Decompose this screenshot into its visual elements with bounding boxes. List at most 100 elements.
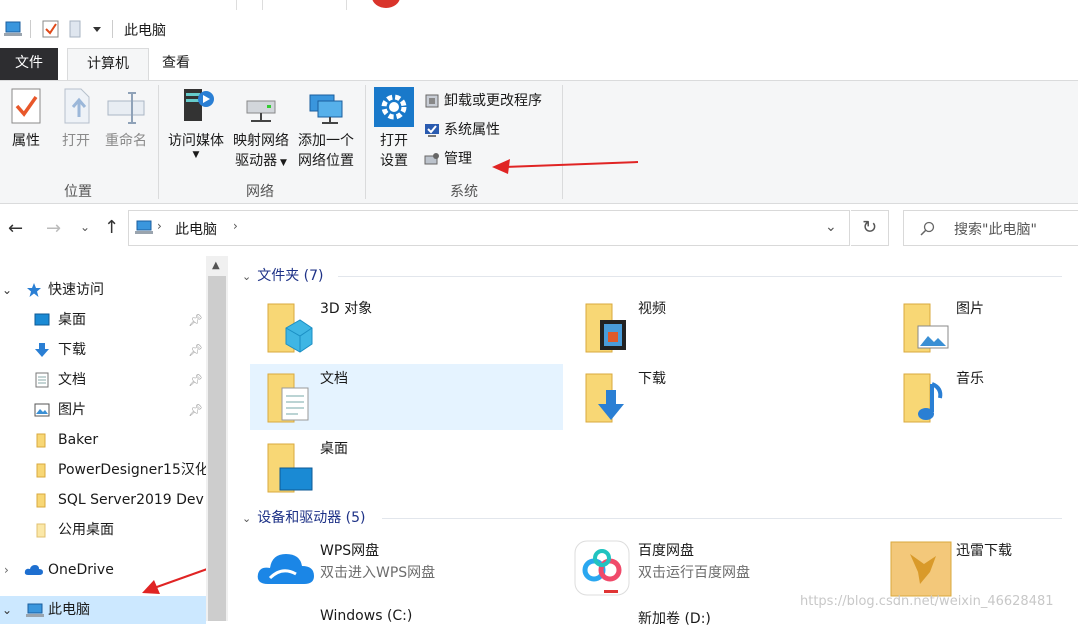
nav-label: 公用桌面 — [58, 522, 114, 538]
device-tile-new-volume-d[interactable]: 新加卷 (D:) — [568, 606, 881, 627]
search-icon — [920, 221, 935, 236]
document-icon — [35, 372, 49, 388]
open-settings-label-2: 设置 — [380, 153, 408, 169]
expand-chevron-icon[interactable]: ⌄ — [2, 596, 12, 624]
media-server-icon — [184, 89, 214, 121]
address-bar[interactable]: › 此电脑 › ⌄ — [128, 210, 850, 246]
tab-view[interactable]: 查看 — [150, 48, 202, 80]
tab-computer[interactable]: 计算机 — [67, 48, 149, 81]
cloud-icon — [24, 565, 43, 575]
address-dropdown-icon[interactable]: ⌄ — [825, 219, 837, 235]
access-media-button[interactable]: 访问媒体 ▼ — [163, 87, 229, 160]
desktop-icon — [34, 313, 50, 326]
add-location-label-1: 添加一个 — [298, 133, 354, 149]
folder-icon — [36, 433, 46, 448]
nav-item-public-desktop[interactable]: 公用桌面 — [0, 516, 206, 544]
nav-label: 桌面 — [58, 312, 86, 328]
folder-tile-desktop[interactable]: 桌面 — [250, 434, 563, 500]
properties-label: 属性 — [12, 133, 40, 149]
network-location-icon — [309, 94, 343, 124]
folder-tile-downloads[interactable]: 下载 — [568, 364, 881, 430]
device-tile-baidu[interactable]: 百度网盘 双击运行百度网盘 — [568, 536, 881, 602]
nav-label: 文档 — [58, 372, 86, 388]
folder-tile-3d-objects[interactable]: 3D 对象 — [250, 294, 563, 360]
open-settings-button[interactable]: 打开 设置 — [372, 87, 416, 171]
new-folder-quick-icon[interactable] — [68, 20, 82, 38]
group-system-label: 系统 — [450, 184, 478, 200]
nav-this-pc[interactable]: ⌄ 此电脑 — [0, 596, 206, 624]
map-drive-label-2: 驱动器 ▼ — [235, 153, 287, 169]
device-tile-windows-c[interactable]: Windows (C:) — [250, 606, 563, 626]
nav-label: PowerDesigner15汉化 — [58, 462, 206, 478]
rename-button[interactable]: 重命名 — [100, 87, 152, 151]
map-network-drive-button[interactable]: 映射网络 驱动器 ▼ — [229, 87, 293, 173]
collapse-chevron-icon[interactable]: ⌄ — [242, 512, 251, 525]
rename-icon — [107, 92, 145, 124]
nav-label: 快速访问 — [48, 282, 104, 298]
add-location-label-2: 网络位置 — [298, 153, 354, 169]
add-network-location-button[interactable]: 添加一个 网络位置 — [294, 87, 358, 171]
forward-arrow-icon[interactable]: → — [46, 218, 61, 239]
baidu-netdisk-icon — [574, 540, 630, 596]
tile-label: 桌面 — [320, 441, 348, 457]
refresh-icon: ↻ — [861, 217, 878, 238]
nav-scrollbar-thumb[interactable] — [208, 276, 226, 621]
breadcrumb-this-pc[interactable]: 此电脑 — [175, 219, 217, 239]
manage-label: 管理 — [444, 151, 472, 167]
content-pane: ⌄ 文件夹 (7) 3D 对象 视频 图片 文档 下载 音乐 桌面 ⌄ 设备和驱动器… — [228, 256, 1078, 627]
search-box[interactable]: 搜索"此电脑" — [903, 210, 1078, 246]
video-folder-icon — [585, 303, 626, 353]
nav-item-desktop[interactable]: 桌面 📌︎ — [0, 306, 206, 334]
collapse-chevron-icon[interactable]: ⌄ — [242, 270, 251, 283]
nav-item-downloads[interactable]: 下载 📌︎ — [0, 336, 206, 364]
chevron-down-icon[interactable] — [92, 26, 102, 34]
uninstall-icon — [425, 94, 439, 108]
annotation-arrow-icon — [492, 159, 639, 174]
folder-tile-documents[interactable]: 文档 — [250, 364, 563, 430]
breadcrumb-chevron-icon[interactable]: › — [233, 219, 238, 233]
manage-button[interactable]: 管理 — [424, 148, 472, 170]
nav-item-pictures[interactable]: 图片 📌︎ — [0, 396, 206, 424]
section-divider — [338, 276, 1062, 277]
refresh-button[interactable]: ↻ — [851, 210, 889, 246]
section-folders-header[interactable]: ⌄ 文件夹 (7) — [242, 265, 1062, 287]
expand-chevron-icon[interactable]: › — [4, 556, 9, 584]
device-tile-wps[interactable]: WPS网盘 双击进入WPS网盘 — [250, 536, 563, 602]
nav-item-documents[interactable]: 文档 📌︎ — [0, 366, 206, 394]
folder-tile-pictures[interactable]: 图片 — [886, 294, 1078, 360]
nav-item-baker[interactable]: Baker — [0, 426, 206, 454]
back-arrow-icon[interactable]: ← — [8, 218, 23, 239]
nav-label: Baker — [58, 432, 99, 448]
network-drive-icon — [246, 100, 276, 122]
scroll-up-icon[interactable]: ▲ — [212, 260, 220, 271]
xunlei-folder-icon — [890, 541, 952, 597]
window-title: 此电脑 — [124, 23, 166, 39]
expand-chevron-icon[interactable]: ⌄ — [2, 276, 12, 304]
tab-file[interactable]: 文件 — [0, 48, 58, 80]
folder-icon — [36, 523, 46, 538]
nav-item-powerdesigner[interactable]: PowerDesigner15汉化 — [0, 456, 206, 484]
nav-quick-access[interactable]: ⌄ 快速访问 — [0, 276, 206, 304]
device-tile-xunlei[interactable]: 迅雷下载 — [886, 536, 1078, 602]
open-button[interactable]: 打开 — [54, 87, 98, 151]
open-icon — [64, 88, 90, 124]
uninstall-button[interactable]: 卸载或更改程序 — [424, 90, 542, 112]
nav-item-sql-server[interactable]: SQL Server2019 Dev — [0, 486, 206, 514]
folder-tile-videos[interactable]: 视频 — [568, 294, 881, 360]
system-properties-icon — [425, 124, 439, 137]
documents-folder-icon — [267, 373, 309, 423]
properties-button[interactable]: 属性 — [4, 87, 48, 151]
properties-quick-icon[interactable] — [42, 20, 60, 38]
desktop-folder-icon — [267, 443, 313, 493]
divider — [30, 20, 31, 38]
breadcrumb-chevron-icon[interactable]: › — [157, 219, 162, 233]
system-properties-button[interactable]: 系统属性 — [424, 119, 500, 141]
rename-label: 重命名 — [105, 133, 147, 149]
tile-label: Windows (C:) — [320, 608, 413, 624]
manage-icon — [424, 153, 439, 165]
up-arrow-icon[interactable]: ↑ — [104, 217, 119, 238]
section-devices-header[interactable]: ⌄ 设备和驱动器 (5) — [242, 507, 1062, 529]
tile-label: 迅雷下载 — [956, 543, 1012, 559]
recent-chevron-icon[interactable]: ⌄ — [80, 220, 90, 234]
folder-tile-music[interactable]: 音乐 — [886, 364, 1078, 430]
